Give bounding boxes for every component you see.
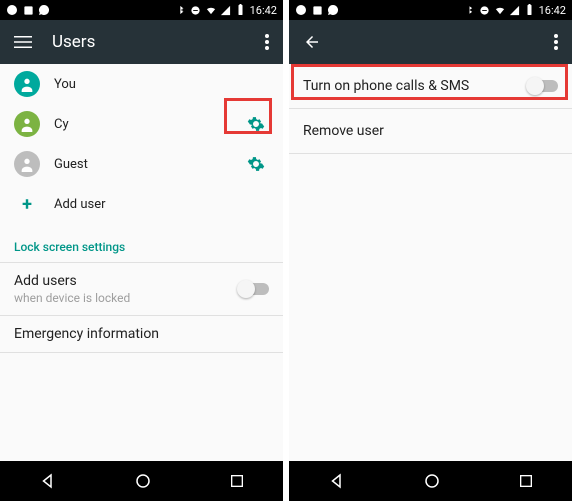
avatar-icon (14, 71, 40, 97)
avatar-icon (14, 151, 40, 177)
whatsapp-icon (38, 4, 50, 16)
bluetooth-icon (175, 4, 187, 16)
messenger-icon (6, 4, 18, 16)
status-time: 16:42 (539, 4, 566, 17)
toolbar (289, 20, 572, 64)
option-label: Remove user (303, 123, 558, 139)
more-icon[interactable] (265, 34, 269, 50)
avatar-icon (14, 111, 40, 137)
status-time: 16:42 (250, 4, 277, 17)
add-user-label: Add user (54, 197, 269, 212)
dnd-icon (190, 4, 202, 16)
whatsapp-icon (327, 4, 339, 16)
menu-icon[interactable] (14, 33, 32, 51)
battery-icon (524, 4, 536, 16)
status-bar: 16:42 (0, 0, 283, 20)
setting-title: Emergency information (14, 326, 269, 342)
signal-icon (509, 4, 521, 16)
user-settings-button[interactable] (243, 155, 269, 173)
emergency-info-row[interactable]: Emergency information (0, 316, 283, 353)
plus-icon: + (14, 194, 40, 215)
dnd-icon (479, 4, 491, 16)
battery-icon (235, 4, 247, 16)
nav-recents-button[interactable] (229, 473, 245, 489)
remove-user-row[interactable]: Remove user (289, 109, 572, 154)
bluetooth-icon (464, 4, 476, 16)
nav-recents-button[interactable] (518, 473, 534, 489)
nav-home-button[interactable] (423, 472, 441, 490)
back-icon[interactable] (303, 33, 321, 51)
toolbar-title: Users (52, 32, 245, 52)
more-icon[interactable] (554, 34, 558, 50)
wifi-icon (205, 4, 217, 16)
user-label: Cy (54, 117, 229, 132)
user-label: Guest (54, 157, 229, 172)
highlight-gear-cy (224, 98, 272, 134)
signal-icon (220, 4, 232, 16)
navigation-bar (289, 461, 572, 501)
add-users-locked-row[interactable]: Add users when device is locked (0, 262, 283, 316)
phone-left: 16:42 Users You Cy (0, 0, 283, 501)
nav-back-button[interactable] (39, 472, 57, 490)
toggle-add-users-locked[interactable] (239, 283, 269, 295)
messenger-icon (295, 4, 307, 16)
picture-icon (22, 4, 34, 16)
section-lock-screen: Lock screen settings (0, 224, 283, 262)
user-label: You (54, 77, 229, 92)
nav-back-button[interactable] (328, 472, 346, 490)
user-row[interactable]: Guest (0, 144, 283, 184)
picture-icon (311, 4, 323, 16)
setting-subtitle: when device is locked (14, 291, 239, 305)
phone-right: 16:42 Turn on phone calls & SMS Remove u… (289, 0, 572, 501)
setting-title: Add users (14, 273, 239, 289)
highlight-phone-sms (291, 64, 568, 100)
status-bar: 16:42 (289, 0, 572, 20)
navigation-bar (0, 461, 283, 501)
wifi-icon (494, 4, 506, 16)
nav-home-button[interactable] (134, 472, 152, 490)
add-user-button[interactable]: + Add user (0, 184, 283, 224)
user-detail-content: Turn on phone calls & SMS Remove user (289, 64, 572, 461)
toolbar: Users (0, 20, 283, 64)
